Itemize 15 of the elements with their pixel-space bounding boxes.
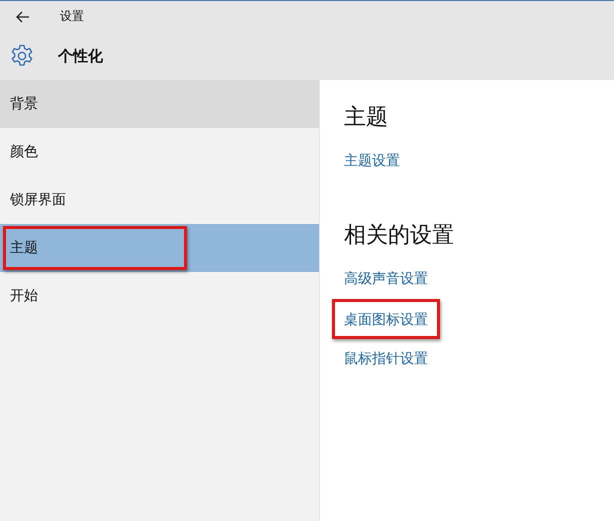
section-heading: 主题 bbox=[344, 104, 389, 132]
sidebar-item[interactable]: 锁屏界面 bbox=[0, 176, 319, 224]
settings-link[interactable]: 高级声音设置 bbox=[344, 271, 428, 287]
settings-link[interactable]: 桌面图标设置 bbox=[344, 312, 428, 328]
window-title: 设置 bbox=[60, 8, 84, 25]
sidebar-item[interactable]: 主题 bbox=[0, 224, 319, 272]
section-heading: 相关的设置 bbox=[344, 222, 455, 250]
settings-link[interactable]: 鼠标指针设置 bbox=[344, 351, 428, 367]
gear-icon bbox=[10, 44, 34, 68]
back-icon[interactable] bbox=[16, 10, 30, 22]
sidebar-item[interactable]: 开始 bbox=[0, 272, 319, 320]
sidebar-item[interactable]: 背景 bbox=[0, 80, 319, 128]
sidebar-item[interactable]: 颜色 bbox=[0, 128, 319, 176]
page-title: 个性化 bbox=[58, 46, 103, 66]
settings-link[interactable]: 主题设置 bbox=[344, 153, 400, 169]
